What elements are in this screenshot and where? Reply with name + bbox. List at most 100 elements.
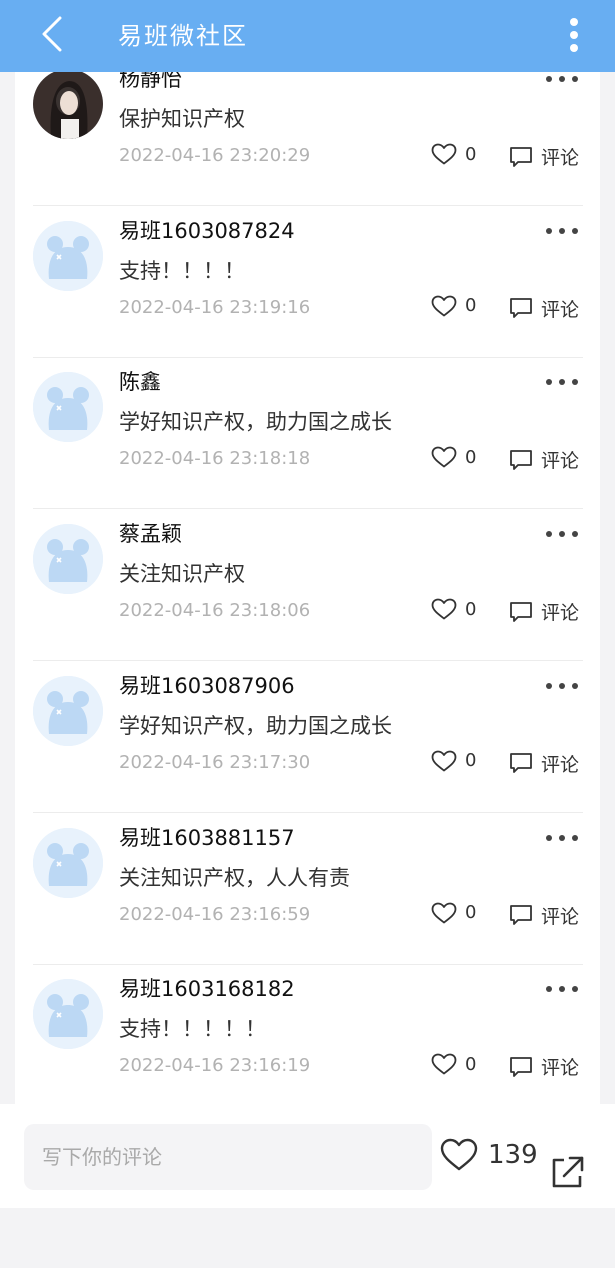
- comment-more-button[interactable]: [546, 676, 578, 696]
- like-count: 0: [465, 446, 477, 468]
- reply-button[interactable]: 评论: [509, 750, 579, 777]
- dot: [546, 227, 552, 234]
- comment-text: 保护知识产权: [119, 107, 245, 131]
- heart-icon: [431, 143, 457, 165]
- share-button[interactable]: [550, 1154, 586, 1194]
- comment-bubble-icon: [510, 905, 532, 925]
- like-count: 0: [465, 295, 477, 317]
- avatar[interactable]: [33, 979, 103, 1050]
- comment-bubble-icon: [510, 449, 532, 470]
- reply-label: 评论: [541, 602, 580, 625]
- like-button[interactable]: 0: [431, 295, 476, 317]
- comment-username[interactable]: 蔡孟颖: [119, 518, 182, 548]
- comment-username[interactable]: 陈鑫: [119, 366, 161, 396]
- reply-button[interactable]: 评论: [509, 446, 579, 473]
- dot: [572, 227, 578, 234]
- bottom-spacer: [0, 1208, 615, 1268]
- back-button[interactable]: [30, 12, 74, 56]
- heart-icon: [431, 295, 457, 317]
- reply-button[interactable]: 评论: [509, 295, 579, 322]
- dot: [572, 76, 578, 82]
- reply-button[interactable]: 评论: [509, 902, 579, 929]
- avatar[interactable]: [33, 675, 103, 746]
- comment-item: 杨静怡保护知识产权 2022-04-16 23:20:29 0 评论: [15, 72, 600, 213]
- like-button[interactable]: 0: [431, 750, 476, 772]
- dot: [570, 18, 578, 26]
- like-count: 0: [465, 143, 477, 165]
- comment-bubble-icon: [510, 1056, 532, 1077]
- comment-item: 易班1603087824 支持！！！！ 2022-04-16 23:19:16 0 评论: [15, 213, 600, 365]
- avatar[interactable]: [33, 220, 103, 291]
- comment-text: 关注知识产权: [119, 562, 245, 587]
- dot: [570, 44, 578, 52]
- comment-timestamp: 2022-04-16 23:18:06: [119, 600, 311, 622]
- divider: [33, 660, 583, 662]
- comment-timestamp: 2022-04-16 23:20:29: [119, 145, 311, 166]
- avatar[interactable]: [33, 72, 103, 139]
- dot: [546, 986, 552, 993]
- like-button[interactable]: 0: [431, 143, 476, 165]
- comment-bubble-icon: [510, 601, 532, 622]
- dot: [546, 682, 552, 689]
- like-button[interactable]: 0: [431, 1053, 476, 1075]
- reply-button[interactable]: 评论: [509, 598, 579, 625]
- comment-more-button[interactable]: [546, 221, 578, 241]
- comment-username[interactable]: 易班1603881157: [119, 822, 295, 852]
- reply-button[interactable]: 评论: [509, 143, 579, 170]
- comment-more-button[interactable]: [546, 72, 578, 89]
- total-like-button[interactable]: 139: [440, 1138, 538, 1172]
- avatar[interactable]: [33, 827, 103, 898]
- comment-text: 学好知识产权，助力国之成长: [119, 713, 392, 738]
- dot: [572, 682, 578, 689]
- comment-timestamp: 2022-04-16 23:18:18: [119, 448, 311, 470]
- divider: [33, 205, 583, 206]
- avatar[interactable]: [33, 372, 103, 443]
- comment-username[interactable]: 易班1603087824: [119, 215, 295, 245]
- dot: [559, 531, 565, 538]
- dot: [546, 76, 552, 82]
- comment-item: 陈鑫 学好知识产权，助力国之成长 2022-04-16 23:18:18 0 评论: [15, 364, 600, 516]
- comment-input[interactable]: [24, 1124, 432, 1190]
- comment-bubble-icon: [510, 146, 532, 167]
- divider: [33, 356, 583, 358]
- like-button[interactable]: 0: [431, 446, 476, 468]
- like-button[interactable]: 0: [431, 598, 476, 620]
- like-count: 0: [465, 598, 477, 620]
- avatar[interactable]: [33, 524, 103, 595]
- comment-bubble-icon: [510, 298, 532, 319]
- like-count: 0: [465, 1053, 477, 1075]
- reply-label: 评论: [541, 1057, 580, 1080]
- comment-username[interactable]: 易班1603168182: [119, 973, 295, 1003]
- share-icon: [552, 1156, 584, 1188]
- dot: [570, 31, 578, 39]
- comment-list[interactable]: 杨静怡 保护知识产权 2022-04-16 23:20:29 0 评论 易班1603087…: [15, 72, 600, 1104]
- divider: [33, 963, 583, 965]
- dot: [559, 76, 565, 82]
- dot: [572, 531, 578, 538]
- like-count: 0: [465, 750, 477, 772]
- comment-username[interactable]: 杨静怡: [119, 72, 182, 93]
- heart-icon: [431, 902, 457, 923]
- reply-button[interactable]: 评论: [509, 1053, 579, 1080]
- heart-icon: [440, 1138, 478, 1171]
- heart-icon: [431, 750, 457, 772]
- comment-more-button[interactable]: [546, 979, 578, 999]
- header-bar: 易班微社区: [0, 0, 615, 72]
- comment-timestamp: 2022-04-16 23:17:30: [119, 751, 311, 773]
- comment-item: 易班1603168182 支持！！！！！ 2022-04-16 23:16:19 0 评…: [15, 971, 600, 1104]
- dot: [559, 986, 565, 993]
- comment-timestamp: 2022-04-16 23:16:59: [119, 903, 311, 925]
- like-count: 0: [465, 902, 477, 923]
- comment-more-button[interactable]: [546, 524, 578, 544]
- bottom-bar: 139: [0, 1104, 615, 1208]
- comment-more-button[interactable]: [546, 828, 578, 848]
- divider: [33, 508, 583, 510]
- reply-label: 评论: [541, 298, 580, 321]
- more-options-button[interactable]: [559, 10, 589, 60]
- comment-timestamp: 2022-04-16 23:19:16: [119, 296, 311, 318]
- comment-more-button[interactable]: [546, 372, 578, 392]
- heart-icon: [431, 446, 457, 468]
- dot: [546, 531, 552, 538]
- comment-username[interactable]: 易班1603087906: [119, 670, 295, 700]
- like-button[interactable]: 0: [431, 902, 476, 924]
